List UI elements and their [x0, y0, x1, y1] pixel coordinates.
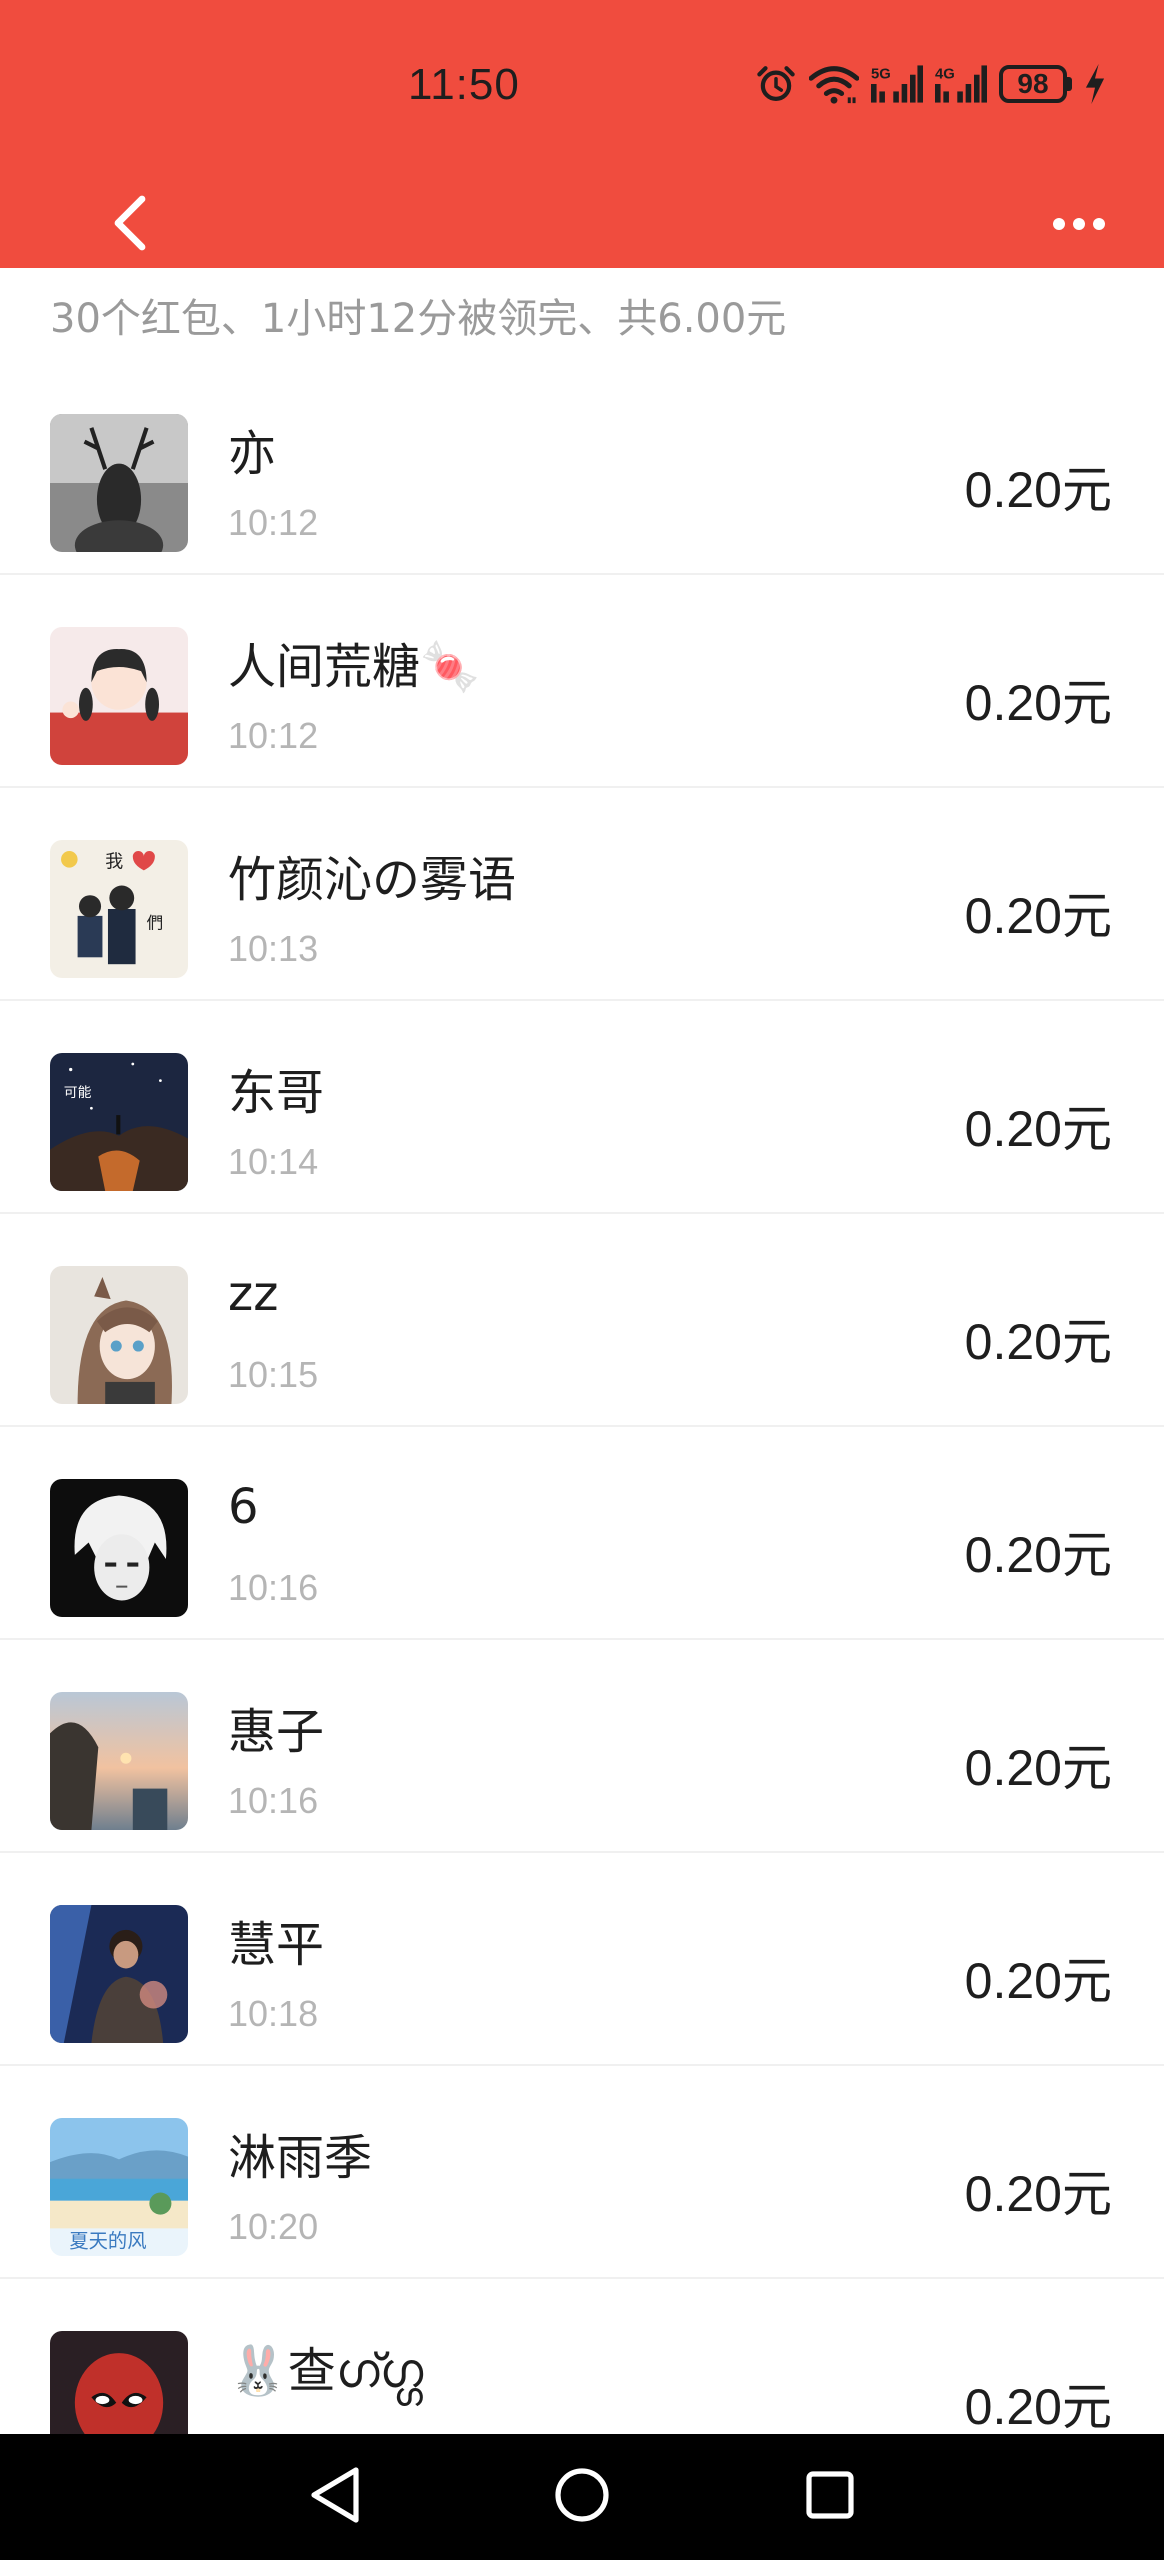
anime-girl-avatar[interactable] [50, 1266, 188, 1404]
record-time: 10:14 [228, 1141, 319, 1182]
wifi-icon [809, 63, 859, 105]
record-time: 10:12 [228, 715, 319, 756]
list-item[interactable]: zz 10:15 0.20元 [0, 1214, 1164, 1427]
record-list: 亦 10:12 0.20元 人间荒糖🍬 10:12 0.20元 我們 竹颜沁の雾… [0, 362, 1164, 2492]
svg-text:可能: 可能 [64, 1085, 92, 1101]
nav-back-button[interactable] [300, 2462, 370, 2532]
list-item[interactable]: 可能 东哥 10:14 0.20元 [0, 1001, 1164, 1214]
starry-night-avatar[interactable]: 可能 [50, 1053, 188, 1191]
list-item[interactable]: 6 10:16 0.20元 [0, 1427, 1164, 1640]
family-avatar[interactable]: 我們 [50, 840, 188, 978]
svg-text:我: 我 [105, 852, 123, 873]
record-amount: 0.20元 [964, 2165, 1112, 2223]
summer-avatar[interactable]: 夏天的风 [50, 2118, 188, 2256]
record-amount: 0.20元 [964, 674, 1112, 732]
battery-level: 98 [999, 65, 1067, 103]
signal-5g-icon: 5G [871, 63, 923, 105]
status-time: 11:50 [408, 60, 520, 109]
record-time: 10:18 [228, 1993, 319, 2034]
record-name: 东哥 [228, 1065, 325, 1121]
more-icon [1052, 216, 1106, 235]
sunset-avatar[interactable] [50, 1692, 188, 1830]
record-time: 10:13 [228, 928, 319, 969]
record-name: 🐰查ഗ്ഗ്ഗ [228, 2343, 424, 2399]
svg-text:5G: 5G [871, 66, 891, 82]
record-time: 10:15 [228, 1354, 319, 1395]
record-name: 惠子 [228, 1704, 325, 1760]
red-packet-summary: 30个红包、1小时12分被领完、共6.00元 [50, 296, 787, 342]
nav-recent-button[interactable] [795, 2462, 865, 2532]
record-amount: 0.20元 [964, 1739, 1112, 1797]
list-item[interactable]: 我們 竹颜沁の雾语 10:13 0.20元 [0, 788, 1164, 1001]
record-amount: 0.20元 [964, 461, 1112, 519]
record-name: 竹颜沁の雾语 [228, 852, 517, 908]
status-icons: 5G 4G 98 [755, 62, 1106, 106]
deer-avatar[interactable] [50, 414, 188, 552]
girl-avatar[interactable] [50, 627, 188, 765]
header-bar: 11:50 5G 4G 98 [0, 0, 1164, 268]
back-icon [112, 195, 148, 255]
svg-text:們: 們 [147, 913, 164, 932]
record-name: 亦 [228, 426, 277, 482]
list-item[interactable]: 夏天的风 淋雨季 10:20 0.20元 [0, 2066, 1164, 2279]
record-amount: 0.20元 [964, 1952, 1112, 2010]
battery-icon: 98 [999, 65, 1072, 103]
system-nav-bar [0, 2434, 1164, 2560]
back-button[interactable] [100, 190, 160, 260]
record-time: 10:16 [228, 1567, 319, 1608]
record-name: 人间荒糖🍬 [228, 639, 480, 695]
person-photo-avatar[interactable] [50, 1905, 188, 2043]
record-amount: 0.20元 [964, 2378, 1112, 2436]
svg-text:夏天的风: 夏天的风 [69, 2230, 146, 2253]
alarm-icon [755, 63, 797, 105]
record-name: 6 [228, 1479, 259, 1535]
nav-back-icon [308, 2466, 362, 2528]
record-time: 10:20 [228, 2206, 319, 2247]
list-item[interactable]: 慧平 10:18 0.20元 [0, 1853, 1164, 2066]
more-button[interactable] [986, 200, 1106, 250]
list-item[interactable]: 惠子 10:16 0.20元 [0, 1640, 1164, 1853]
record-time: 10:16 [228, 1780, 319, 1821]
nav-home-button[interactable] [547, 2462, 617, 2532]
list-item[interactable]: 亦 10:12 0.20元 [0, 362, 1164, 575]
nav-home-icon [554, 2467, 610, 2527]
signal-4g-icon: 4G [935, 63, 987, 105]
record-name: 慧平 [228, 1917, 325, 1973]
nav-recent-icon [805, 2470, 855, 2524]
record-name: 淋雨季 [228, 2130, 373, 2186]
charging-icon [1084, 64, 1106, 104]
record-amount: 0.20元 [964, 887, 1112, 945]
anime-boy-avatar[interactable] [50, 1479, 188, 1617]
record-amount: 0.20元 [964, 1100, 1112, 1158]
record-name: zz [228, 1266, 279, 1322]
record-time: 10:12 [228, 502, 319, 543]
record-amount: 0.20元 [964, 1526, 1112, 1584]
svg-text:4G: 4G [935, 66, 955, 82]
list-item[interactable]: 人间荒糖🍬 10:12 0.20元 [0, 575, 1164, 788]
record-amount: 0.20元 [964, 1313, 1112, 1371]
